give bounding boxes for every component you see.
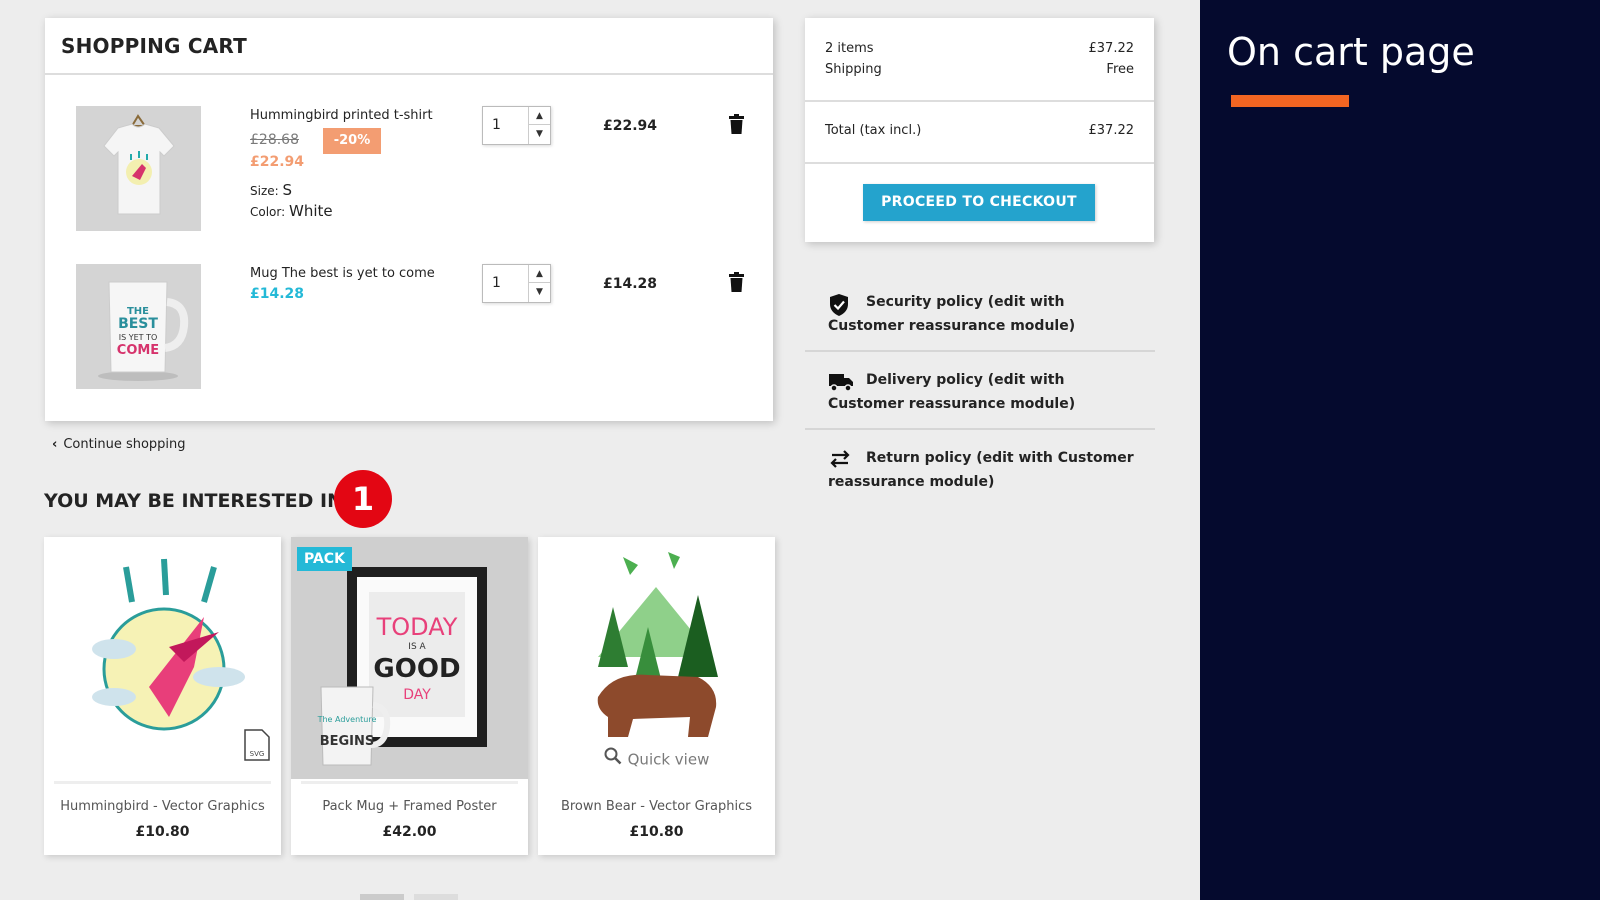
brown-bear-image[interactable]: Quick view <box>538 537 775 779</box>
product-name[interactable]: Brown Bear - Vector Graphics <box>538 799 775 814</box>
total-value: £37.22 <box>1088 123 1135 138</box>
hummingbird-image[interactable]: SVG <box>44 537 281 779</box>
quick-view-label: Quick view <box>627 750 710 769</box>
chevron-left-icon: ‹ <box>52 437 58 452</box>
main-area: SHOPPING CART Hummingbird printed t-shir… <box>0 0 1200 900</box>
item-price: £22.94 <box>250 154 305 170</box>
chevron-down-icon[interactable]: ▼ <box>529 283 550 301</box>
product-price: £42.00 <box>382 824 437 840</box>
discount-badge: -20% <box>323 128 381 154</box>
size-value: S <box>282 181 293 199</box>
product-price: £10.80 <box>629 824 684 840</box>
shopping-cart-card: SHOPPING CART Hummingbird printed t-shir… <box>45 18 773 421</box>
delivery-policy-text: Delivery policy (edit with Customer reas… <box>828 372 1076 412</box>
product-card[interactable]: TODAY IS A GOOD DAY The Adventure BEGINS… <box>291 537 528 855</box>
return-policy-text: Return policy (edit with Customer reassu… <box>828 450 1134 490</box>
svg-text:GOOD: GOOD <box>373 654 460 684</box>
items-count: 2 items <box>825 41 874 56</box>
svg-text:IS A: IS A <box>408 642 426 652</box>
quantity-stepper[interactable]: 1 ▲ ▼ <box>482 264 551 303</box>
total-label: Total (tax incl.) <box>825 123 922 138</box>
cart-item: Hummingbird printed t-shirt £28.68 -20% … <box>45 106 773 236</box>
poster-image[interactable]: TODAY IS A GOOD DAY The Adventure BEGINS… <box>291 537 528 779</box>
line-total: £22.94 <box>603 118 658 134</box>
shipping-value: Free <box>1106 62 1134 77</box>
quantity-spinner: ▲ ▼ <box>528 107 550 144</box>
quantity-spinner: ▲ ▼ <box>528 265 550 302</box>
mug-thumbnail[interactable]: THE BEST IS YET TO COME <box>76 264 201 389</box>
item-name[interactable]: Hummingbird printed t-shirt <box>250 108 433 123</box>
product-price: £10.80 <box>135 824 190 840</box>
item-name[interactable]: Mug The best is yet to come <box>250 266 435 281</box>
step-badge: 1 <box>334 470 392 528</box>
svg-text:DAY: DAY <box>403 687 431 703</box>
continue-shopping-link[interactable]: ‹ Continue shopping <box>52 437 186 452</box>
carousel-dot[interactable] <box>414 894 458 900</box>
svg-text:BEGINS: BEGINS <box>320 734 375 749</box>
summary-divider <box>805 100 1154 102</box>
shipping-label: Shipping <box>825 62 882 77</box>
cart-item: THE BEST IS YET TO COME Mug The best is … <box>45 264 773 394</box>
chevron-up-icon[interactable]: ▲ <box>529 107 550 125</box>
search-icon <box>604 738 622 780</box>
quantity-input[interactable]: 1 <box>492 117 501 133</box>
product-name[interactable]: Pack Mug + Framed Poster <box>291 799 528 814</box>
item-old-price: £28.68 <box>250 132 299 148</box>
svg-text:TODAY: TODAY <box>376 613 458 641</box>
svg-text:BEST: BEST <box>118 316 158 332</box>
proceed-to-checkout-button[interactable]: PROCEED TO CHECKOUT <box>863 184 1095 221</box>
quick-view-button[interactable]: Quick view <box>538 737 775 779</box>
product-divider <box>54 781 271 784</box>
side-panel: On cart page <box>1200 0 1600 900</box>
pack-tag: PACK <box>297 547 352 571</box>
reassurance-security: Security policy (edit with Customer reas… <box>805 290 1155 352</box>
trash-icon[interactable] <box>728 272 745 296</box>
svg-text:The Adventure: The Adventure <box>317 715 377 724</box>
chevron-up-icon[interactable]: ▲ <box>529 265 550 283</box>
quantity-input[interactable]: 1 <box>492 275 501 291</box>
summary-shipping-row: Shipping Free <box>825 62 1134 77</box>
color-label: Color: <box>250 205 286 219</box>
svg-text:SVG: SVG <box>250 750 265 758</box>
item-size: Size: S <box>250 181 292 199</box>
reassurance-delivery: Delivery policy (edit with Customer reas… <box>805 368 1155 430</box>
reassurance-return: Return policy (edit with Customer reassu… <box>805 446 1155 502</box>
summary-divider <box>805 162 1154 164</box>
chevron-down-icon[interactable]: ▼ <box>529 125 550 143</box>
carousel-dot-active[interactable] <box>360 894 404 900</box>
tshirt-thumbnail[interactable] <box>76 106 201 231</box>
trash-icon[interactable] <box>728 114 745 138</box>
interest-title: YOU MAY BE INTERESTED IN <box>44 490 344 512</box>
cart-title: SHOPPING CART <box>45 18 773 75</box>
color-value: White <box>289 202 333 220</box>
items-subtotal: £37.22 <box>1088 41 1135 56</box>
cart-summary-card: 2 items £37.22 Shipping Free Total (tax … <box>805 18 1154 242</box>
product-card[interactable]: Quick view Brown Bear - Vector Graphics … <box>538 537 775 855</box>
svg-text:IS YET TO: IS YET TO <box>119 333 158 342</box>
item-price: £14.28 <box>250 286 305 302</box>
product-name[interactable]: Hummingbird - Vector Graphics <box>44 799 281 814</box>
summary-total-row: Total (tax incl.) £37.22 <box>825 123 1134 138</box>
item-color: Color: White <box>250 202 333 220</box>
continue-shopping-label: Continue shopping <box>63 437 186 452</box>
product-card[interactable]: SVG Hummingbird - Vector Graphics £10.80 <box>44 537 281 855</box>
size-label: Size: <box>250 184 279 198</box>
line-total: £14.28 <box>603 276 658 292</box>
quantity-stepper[interactable]: 1 ▲ ▼ <box>482 106 551 145</box>
summary-items-row: 2 items £37.22 <box>825 41 1134 56</box>
svg-file-icon: SVG <box>244 729 270 765</box>
svg-text:COME: COME <box>117 343 159 358</box>
product-divider <box>301 781 518 784</box>
title-underline <box>1231 95 1349 107</box>
security-policy-text: Security policy (edit with Customer reas… <box>828 294 1076 334</box>
side-panel-title: On cart page <box>1227 30 1475 74</box>
